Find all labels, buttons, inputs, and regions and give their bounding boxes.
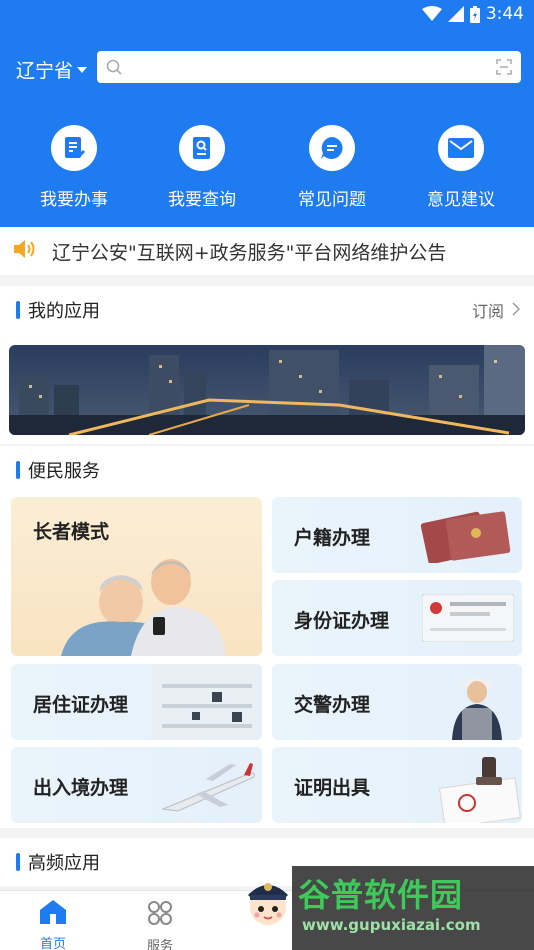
- nav-home[interactable]: 首页: [18, 899, 88, 950]
- nav-label: 首页: [39, 937, 66, 950]
- battery-icon: [469, 5, 480, 23]
- service-grid: 长者模式 户籍办理 身份证办理 居住证办理 交警办理 出入境办理 证明出具: [0, 488, 534, 828]
- section-accent-bar: [16, 461, 20, 479]
- frequent-title: 高频应用: [28, 853, 100, 874]
- my-apps-title: 我的应用: [28, 301, 100, 322]
- card-certificate[interactable]: 证明出具: [272, 747, 522, 823]
- chevron-right-icon: [512, 301, 521, 320]
- card-label: 证明出具: [294, 777, 371, 799]
- card-label: 长者模式: [33, 521, 110, 543]
- id-card-image: [422, 594, 514, 642]
- watermark-url: www.gupuxiazai.com: [302, 916, 481, 934]
- watermark-title: 谷普软件园: [298, 876, 464, 914]
- status-bar: 3:44: [0, 0, 534, 30]
- card-label: 身份证办理: [294, 610, 390, 632]
- notice-text: 辽宁公安"互联网+政务服务"平台网络维护公告: [52, 241, 447, 264]
- quick-action-label: 意见建议: [427, 190, 495, 210]
- card-exit-entry[interactable]: 出入境办理: [11, 747, 262, 823]
- household-booklet-image: [420, 511, 511, 563]
- my-apps-header: 我的应用 订阅: [0, 286, 534, 334]
- section-accent-bar: [16, 853, 20, 871]
- subscribe-label: 订阅: [471, 302, 504, 321]
- chat-bubble-icon: [309, 125, 355, 171]
- section-accent-bar: [16, 301, 20, 319]
- elderly-couple-image: [61, 559, 226, 656]
- caret-down-icon: [77, 66, 88, 73]
- card-traffic-police[interactable]: 交警办理: [272, 664, 522, 740]
- watermark-overlay: 谷普软件园 www.gupuxiazai.com: [292, 866, 534, 950]
- office-image: [152, 664, 262, 740]
- card-label: 出入境办理: [33, 777, 129, 799]
- quick-action-label: 我要查询: [168, 190, 236, 210]
- police-mascot-button[interactable]: [240, 871, 296, 931]
- quick-action-handle[interactable]: 我要办事: [14, 125, 134, 210]
- card-label: 户籍办理: [294, 527, 371, 549]
- search-icon: [106, 59, 122, 79]
- nav-service[interactable]: 服务: [125, 899, 195, 950]
- nav-label: 服务: [146, 939, 173, 950]
- quick-action-label: 常见问题: [298, 190, 366, 210]
- notice-bar[interactable]: 辽宁公安"互联网+政务服务"平台网络维护公告: [0, 227, 534, 275]
- card-label: 居住证办理: [33, 694, 129, 716]
- region-label: 辽宁省: [16, 60, 74, 82]
- airplane-image: [161, 763, 255, 812]
- home-icon: [40, 900, 66, 924]
- card-household[interactable]: 户籍办理: [272, 497, 522, 573]
- convenience-title: 便民服务: [28, 461, 100, 482]
- banner-area: [0, 334, 534, 444]
- header: 3:44 辽宁省 我要办事 我要查询 常见问题 意见建议: [0, 0, 534, 227]
- card-residence-permit[interactable]: 居住证办理: [11, 664, 262, 740]
- card-id-card[interactable]: 身份证办理: [272, 580, 522, 656]
- signal-icon: [447, 6, 464, 22]
- envelope-icon: [438, 125, 484, 171]
- doc-edit-icon: [51, 125, 97, 171]
- quick-action-faq[interactable]: 常见问题: [272, 125, 392, 210]
- doc-search-icon: [179, 125, 225, 171]
- status-time: 3:44: [485, 4, 524, 24]
- subscribe-link[interactable]: 订阅: [471, 298, 521, 322]
- police-mascot-icon: [248, 883, 288, 925]
- scan-icon[interactable]: [496, 59, 512, 79]
- quick-action-label: 我要办事: [40, 190, 108, 210]
- card-elder-mode[interactable]: 长者模式: [11, 497, 262, 656]
- card-label: 交警办理: [294, 694, 371, 716]
- convenience-header: 便民服务: [0, 446, 534, 494]
- quick-action-query[interactable]: 我要查询: [142, 125, 262, 210]
- search-input[interactable]: [97, 51, 521, 83]
- wifi-icon: [421, 6, 442, 22]
- speaker-icon: [12, 238, 38, 264]
- stamp-document-image: [439, 757, 521, 823]
- region-selector[interactable]: 辽宁省: [16, 56, 88, 83]
- quick-action-feedback[interactable]: 意见建议: [401, 125, 521, 210]
- city-night-banner[interactable]: [9, 345, 525, 435]
- traffic-officer-image: [452, 678, 502, 740]
- grid-icon: [148, 901, 172, 925]
